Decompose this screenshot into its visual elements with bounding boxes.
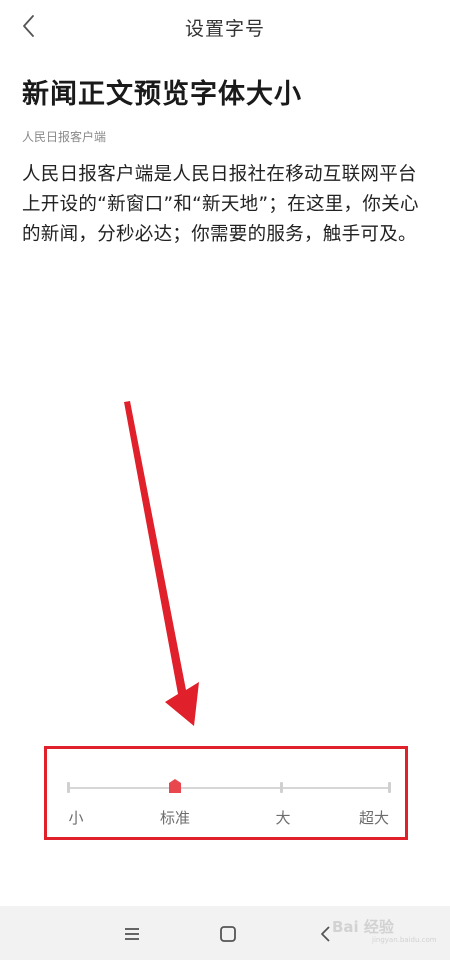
size-option-extra-large[interactable]: 超大 xyxy=(359,807,389,828)
slider-tick-small[interactable] xyxy=(67,782,70,793)
top-bar: 设置字号 xyxy=(0,0,450,54)
preview-source: 人民日报客户端 xyxy=(22,130,107,144)
slider-track[interactable] xyxy=(68,787,390,789)
home-button[interactable] xyxy=(214,920,242,948)
page-title: 设置字号 xyxy=(184,18,265,40)
menu-icon xyxy=(125,928,139,940)
slider-thumb-icon xyxy=(169,779,181,793)
watermark-text: Bai 经验 xyxy=(332,918,394,936)
preview-title: 新闻正文预览字体大小 xyxy=(22,79,302,110)
watermark-subtext: jingyan.baidu.com xyxy=(372,936,437,944)
preview-body: 人民日报客户端是人民日报社在移动互联网平台上开设的“新窗口”和“新天地”；在这里… xyxy=(22,164,419,245)
size-option-large[interactable]: 大 xyxy=(275,807,290,828)
baidu-jingyan-watermark: Bai 经验 jingyan.baidu.com xyxy=(332,906,437,946)
slider-tick-large[interactable] xyxy=(280,782,283,793)
slider-tick-extra-large[interactable] xyxy=(388,782,391,793)
slider-thumb[interactable] xyxy=(169,778,181,793)
menu-button[interactable] xyxy=(118,920,146,948)
size-option-standard[interactable]: 标准 xyxy=(160,807,190,828)
square-home-icon xyxy=(220,926,236,942)
size-option-small[interactable]: 小 xyxy=(68,807,83,828)
font-size-slider[interactable]: 小 标准 大 超大 xyxy=(58,770,398,830)
